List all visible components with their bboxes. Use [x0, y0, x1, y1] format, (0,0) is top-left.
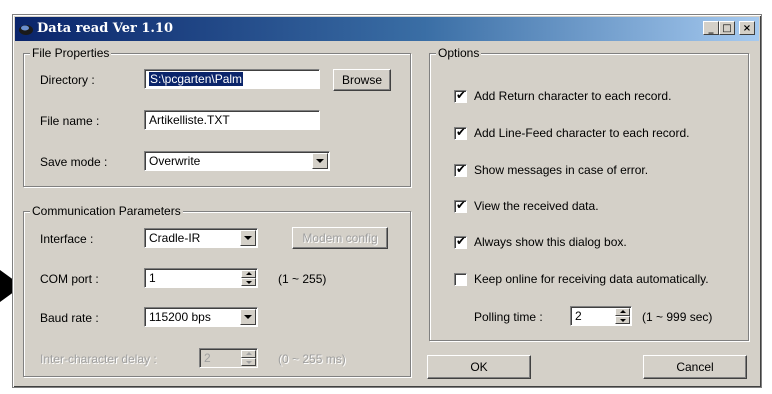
cancel-button[interactable]: Cancel: [643, 355, 747, 379]
com-port-range: (1 ~ 255): [278, 272, 327, 286]
check-icon: ✔: [456, 234, 467, 248]
spin-up-icon[interactable]: [241, 270, 256, 278]
baud-rate-label: Baud rate :: [40, 311, 99, 325]
close-button[interactable]: ×: [739, 21, 755, 35]
spin-down-icon[interactable]: [241, 358, 256, 366]
option-label[interactable]: Add Return character to each record.: [474, 89, 671, 103]
chevron-down-icon[interactable]: [240, 309, 256, 325]
com-port-value: 1: [149, 271, 156, 285]
com-port-spinner[interactable]: 1: [144, 268, 258, 288]
option-label[interactable]: Always show this dialog box.: [474, 235, 627, 249]
option-label[interactable]: Show messages in case of error.: [474, 163, 648, 177]
filename-field[interactable]: Artikelliste.TXT: [144, 110, 320, 130]
data-read-dialog: Data read Ver 1.10 _ □ × File Properties…: [12, 14, 762, 388]
check-icon: ✔: [456, 125, 467, 139]
option-label[interactable]: Add Line-Feed character to each record.: [474, 126, 689, 140]
com-port-spin-buttons[interactable]: [241, 270, 256, 286]
directory-value: S:\pcgarten\Palm: [149, 72, 244, 86]
minimize-icon: _: [708, 23, 714, 34]
spin-down-icon[interactable]: [241, 278, 256, 286]
inter-char-delay-spinner[interactable]: 2: [199, 348, 258, 368]
option-checkbox[interactable]: ✔: [454, 125, 467, 140]
chevron-down-icon[interactable]: [312, 153, 328, 169]
save-mode-select[interactable]: Overwrite: [144, 151, 330, 171]
options-legend: Options: [436, 46, 482, 60]
polling-time-label: Polling time :: [474, 310, 543, 324]
interface-label: Interface :: [40, 232, 94, 246]
browse-button[interactable]: Browse: [333, 69, 391, 91]
directory-field[interactable]: S:\pcgarten\Palm: [144, 69, 320, 89]
filename-value: Artikelliste.TXT: [149, 113, 230, 127]
check-icon: ✔: [456, 198, 467, 212]
option-checkbox[interactable]: ✔: [454, 88, 467, 103]
option-label[interactable]: Keep online for receiving data automatic…: [474, 272, 709, 286]
polling-time-range: (1 ~ 999 sec): [642, 310, 713, 324]
title-bar[interactable]: Data read Ver 1.10 _ □ ×: [15, 17, 759, 41]
options-group: Options ✔ Add Return character to each re…: [429, 46, 749, 341]
maximize-button[interactable]: □: [719, 21, 735, 35]
option-checkbox[interactable]: [454, 273, 467, 286]
filename-label: File name :: [40, 114, 100, 128]
option-checkbox[interactable]: ✔: [454, 162, 467, 177]
option-label[interactable]: View the received data.: [474, 199, 599, 213]
communication-group: Communication Parameters Interface : Cra…: [23, 204, 411, 377]
directory-label: Directory :: [40, 73, 95, 87]
file-properties-group: File Properties Directory : S:\pcgarten\…: [23, 46, 411, 187]
check-icon: ✔: [456, 88, 467, 102]
drive-icon: [19, 25, 33, 35]
chevron-down-icon[interactable]: [240, 230, 256, 246]
polling-time-value: 2: [575, 309, 582, 323]
interface-select[interactable]: Cradle-IR: [144, 228, 258, 248]
minimize-button[interactable]: _: [703, 21, 719, 35]
save-mode-label: Save mode :: [40, 155, 108, 169]
inter-char-delay-value: 2: [204, 351, 211, 365]
communication-legend: Communication Parameters: [30, 204, 183, 218]
option-checkbox[interactable]: ✔: [454, 198, 467, 213]
option-checkbox[interactable]: ✔: [454, 234, 467, 249]
spin-up-icon[interactable]: [241, 350, 256, 358]
ok-button[interactable]: OK: [427, 355, 531, 379]
baud-rate-value: 115200 bps: [149, 310, 211, 324]
spin-down-icon[interactable]: [615, 316, 630, 324]
save-mode-value: Overwrite: [149, 154, 201, 168]
check-icon: ✔: [456, 162, 467, 176]
close-icon: ×: [742, 23, 752, 34]
file-properties-legend: File Properties: [30, 46, 112, 60]
maximize-icon: □: [722, 23, 732, 34]
inter-char-delay-range: (0 ~ 255 ms): [278, 352, 346, 366]
spin-up-icon[interactable]: [615, 308, 630, 316]
baud-rate-select[interactable]: 115200 bps: [144, 307, 258, 327]
window-title: Data read Ver 1.10: [37, 21, 174, 36]
polling-spin-buttons[interactable]: [615, 308, 630, 324]
inter-char-spin-buttons[interactable]: [241, 350, 256, 366]
polling-time-spinner[interactable]: 2: [570, 306, 632, 326]
interface-value: Cradle-IR: [149, 231, 201, 245]
inter-char-delay-label: Inter-character delay :: [40, 352, 157, 366]
modem-config-button[interactable]: Modem config: [292, 227, 388, 249]
com-port-label: COM port :: [40, 272, 99, 286]
